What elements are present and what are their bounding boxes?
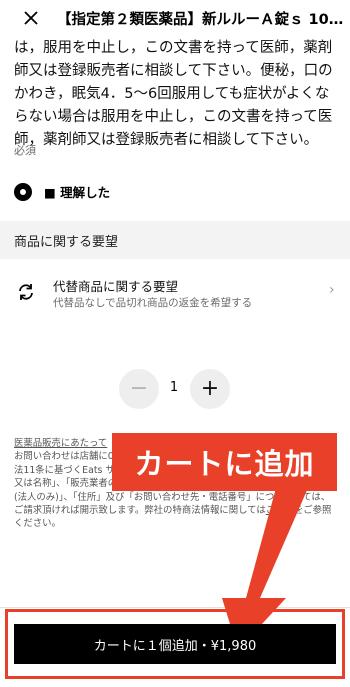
add-to-cart-button[interactable]: カートに１個追加・¥1,980 <box>14 624 336 664</box>
annotation-arrow <box>222 488 308 650</box>
